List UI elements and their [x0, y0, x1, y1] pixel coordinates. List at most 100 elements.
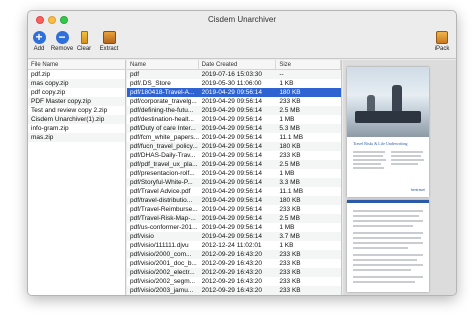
table-row[interactable]: pdf/Travel-Risk-Map-... 2019-04-29 09:56:… [127, 214, 341, 223]
ipack-button[interactable]: iPack [433, 30, 451, 52]
cell-date: 2012-09-29 16:43:20 [201, 287, 263, 294]
table-row[interactable]: pdf/visio/2000_com... 2012-09-29 16:43:20… [127, 250, 341, 259]
cell-name: pdf/Travel-Risk-Map-... [130, 215, 196, 222]
cell-name: pdf [130, 71, 140, 78]
table-row[interactable]: pdf/Travel-Reimburse... 2019-04-29 09:56:… [127, 205, 341, 214]
minimize-window-button[interactable] [48, 16, 56, 24]
ipack-label: iPack [434, 46, 450, 52]
table-row[interactable]: pdf/visio/2001_doc_b... 2012-09-29 16:43:… [127, 259, 341, 268]
close-window-button[interactable] [36, 16, 44, 24]
table-row[interactable]: pdf/pdf_travel_ux_pla... 2019-04-29 09:56… [127, 160, 341, 169]
cell-date: 2019-04-29 09:56:14 [201, 233, 263, 240]
table-row[interactable]: pdf/visio 2019-04-29 09:56:14 3.7 MB [127, 232, 341, 241]
preview-pane: Travel Risks & Life Underwriting fcmtrav… [343, 60, 456, 295]
plus-icon: + [32, 30, 46, 44]
table-row[interactable]: pdf/Travel Advice.pdf 2019-04-29 09:56:14… [127, 187, 341, 196]
table-row[interactable]: pdf/visio/2002_electr... 2012-09-29 16:43… [127, 268, 341, 277]
archive-item[interactable]: Test and review copy 2.zip [28, 106, 125, 115]
archive-item[interactable]: Cisdem Unarchiver(1).zip [28, 115, 125, 124]
cell-size: 5.3 MB [279, 125, 300, 132]
cell-date: 2012-12-24 11:02:01 [201, 242, 262, 249]
ipack-icon [436, 30, 448, 44]
preview-heading: Travel Risks & Life Underwriting [353, 141, 408, 146]
date-column-header[interactable]: Date Created [199, 60, 277, 69]
name-column-header[interactable]: Name [127, 60, 199, 69]
cell-date: 2019-04-29 09:56:14 [201, 89, 263, 96]
maximize-window-button[interactable] [60, 16, 68, 24]
cell-size: -- [279, 71, 284, 78]
preview-photo [347, 67, 429, 137]
cell-name: pdf/visio/2002_electr... [130, 269, 195, 276]
table-row[interactable]: pdf 2019-07-16 15:03:30 -- [127, 70, 341, 79]
extract-button[interactable]: Extract [98, 30, 120, 52]
cell-size: 233 KB [279, 98, 301, 105]
table-row[interactable]: pdf/visio/2003_jamu... 2012-09-29 16:43:2… [127, 286, 341, 295]
cell-name: pdf/us-conformer-201... [130, 224, 198, 231]
cell-size: 1 MB [279, 116, 295, 123]
table-row[interactable]: pdf/fcm_white_papers... 2019-04-29 09:56:… [127, 133, 341, 142]
app-window: Cisdem Unarchiver + Add − Remove Clear E… [27, 10, 457, 296]
cell-date: 2012-09-29 16:43:20 [201, 269, 263, 276]
cell-date: 2019-04-29 09:56:14 [201, 143, 263, 150]
cell-date: 2019-04-29 09:56:14 [201, 170, 263, 177]
cell-name: pdf/Duty of care Inter... [130, 125, 196, 132]
table-row[interactable]: pdf/destination-healt... 2019-04-29 09:56… [127, 115, 341, 124]
table-row[interactable]: pdf/corporate_travelg... 2019-04-29 09:56… [127, 97, 341, 106]
add-button[interactable]: + Add [32, 30, 46, 52]
file-name-header[interactable]: File Name [28, 60, 125, 70]
cell-size: 180 KB [279, 89, 301, 96]
cell-size: 233 KB [279, 287, 301, 294]
cell-name: pdf/Storyful-White-P... [130, 179, 193, 186]
archive-item[interactable]: pdf.zip [28, 70, 125, 79]
archive-list: pdf.zip mas copy.zip pdf copy.zip PDF Maste… [28, 70, 125, 142]
cell-date: 2019-05-30 11:06:00 [201, 80, 262, 87]
cell-name: pdf/travel-distributio... [130, 197, 193, 204]
cell-date: 2019-04-29 09:56:14 [201, 125, 263, 132]
cell-size: 11.1 MB [279, 134, 304, 141]
table-header: Name Date Created Size [127, 60, 341, 70]
extract-label: Extract [99, 46, 119, 52]
cell-name: pdf/corporate_travelg... [130, 98, 197, 105]
size-column-header[interactable]: Size [276, 60, 341, 69]
clear-button[interactable]: Clear [76, 30, 92, 52]
cell-size: 1 KB [279, 242, 294, 249]
table-row[interactable]: pdf/DHAS-Daily-Trav... 2019-04-29 09:56:1… [127, 151, 341, 160]
archive-list-panel: File Name pdf.zip mas copy.zip pdf copy.zi… [28, 60, 126, 295]
cell-date: 2019-04-29 09:56:14 [201, 224, 263, 231]
table-row[interactable]: pdf/.DS_Store 2019-05-30 11:06:00 1 KB [127, 79, 341, 88]
cell-size: 233 KB [279, 260, 301, 267]
table-row[interactable]: pdf/defining-the-futu... 2019-04-29 09:56… [127, 106, 341, 115]
table-row[interactable]: pdf/Storyful-White-P... 2019-04-29 09:56:… [127, 178, 341, 187]
table-row[interactable]: pdf/fucn_travel_policy... 2019-04-29 09:5… [127, 142, 341, 151]
clear-icon [80, 30, 88, 44]
archive-item[interactable]: mas copy.zip [28, 79, 125, 88]
title-bar: Cisdem Unarchiver [28, 11, 456, 29]
cell-date: 2019-04-29 09:56:14 [201, 152, 263, 159]
cell-size: 1 KB [279, 80, 294, 87]
archive-item[interactable]: info-gram.zip [28, 124, 125, 133]
table-row[interactable]: pdf/visio/2002_segm... 2012-09-29 16:43:2… [127, 277, 341, 286]
window-title: Cisdem Unarchiver [207, 15, 277, 24]
preview-page-2 [347, 200, 429, 292]
cell-size: 2.5 MB [279, 161, 300, 168]
table-row[interactable]: pdf/travel-distributio... 2019-04-29 09:5… [127, 196, 341, 205]
preview-brand: fcmtravel [410, 188, 425, 192]
archive-item[interactable]: mas.zip [28, 133, 125, 142]
table-row[interactable]: pdf/Duty of care Inter... 2019-04-29 09:5… [127, 124, 341, 133]
table-row[interactable]: pdf/180418-Travel-A... 2019-04-29 09:56:1… [127, 88, 341, 97]
cell-size: 180 KB [279, 197, 301, 204]
cell-name: pdf/visio/2000_com... [130, 251, 192, 258]
table-row[interactable]: pdf/presentacion-rolf... 2019-04-29 09:56… [127, 169, 341, 178]
archive-item[interactable]: PDF Master copy.zip [28, 97, 125, 106]
remove-button[interactable]: − Remove [49, 30, 75, 52]
cell-date: 2019-04-29 09:56:14 [201, 134, 263, 141]
table-row[interactable]: pdf/visio/111111.djvu 2012-12-24 11:02:01… [127, 241, 341, 250]
table-row[interactable]: pdf/us-conformer-201... 2019-04-29 09:56:… [127, 223, 341, 232]
cell-date: 2019-04-29 09:56:14 [201, 116, 263, 123]
cell-date: 2019-04-29 09:56:14 [201, 107, 263, 114]
cell-name: pdf/visio [130, 233, 154, 240]
cell-size: 3.3 MB [279, 179, 300, 186]
archive-item[interactable]: pdf copy.zip [28, 88, 125, 97]
cell-size: 233 KB [279, 269, 301, 276]
cell-size: 233 KB [279, 206, 301, 213]
